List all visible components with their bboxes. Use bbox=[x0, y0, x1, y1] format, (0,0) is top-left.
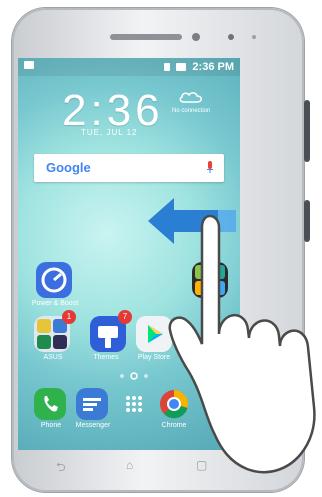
back-icon[interactable]: ⮌ bbox=[56, 458, 66, 479]
speaker bbox=[110, 34, 182, 40]
asus-folder-tile-1 bbox=[37, 319, 51, 333]
hand-gesture-icon bbox=[168, 214, 316, 474]
home-icon[interactable]: ⌂ bbox=[126, 458, 133, 472]
power-boost-label: Power & Boost bbox=[31, 300, 79, 307]
lock-clock-date: TUE, JUL 12 bbox=[81, 128, 138, 137]
all-apps-icon[interactable] bbox=[118, 388, 150, 420]
themes-label: Themes bbox=[93, 354, 119, 361]
phone-handset-icon bbox=[44, 396, 58, 412]
phone: 2:36 PM 2:36 TUE, JUL 12 No connection G… bbox=[0, 0, 322, 497]
messenger-lines-3 bbox=[83, 408, 93, 411]
asus-folder-tile-4 bbox=[53, 335, 67, 349]
google-search-widget[interactable]: Google bbox=[34, 154, 224, 182]
themes-shape bbox=[98, 326, 118, 338]
cloud-icon bbox=[179, 92, 202, 103]
themes-icon[interactable]: 7 bbox=[90, 310, 132, 352]
messenger-icon[interactable] bbox=[76, 388, 108, 420]
messenger-label: Messenger bbox=[75, 422, 111, 429]
sim-icon bbox=[164, 63, 171, 71]
notification-badge: 1 bbox=[62, 310, 76, 324]
phone-icon[interactable] bbox=[34, 388, 66, 420]
notification-badge: 7 bbox=[118, 310, 132, 324]
messenger-lines bbox=[83, 398, 101, 401]
notification-icon bbox=[24, 61, 34, 69]
asus-folder-icon[interactable]: 1 bbox=[34, 310, 76, 352]
volume-button[interactable] bbox=[304, 100, 310, 162]
indicator-dot bbox=[252, 35, 256, 39]
asus-label: ASUS bbox=[43, 354, 63, 361]
status-time: 2:36 PM bbox=[192, 61, 234, 73]
gauge-icon bbox=[41, 267, 67, 293]
asus-folder-tile-3 bbox=[37, 335, 51, 349]
status-right: 2:36 PM bbox=[164, 58, 234, 76]
status-left bbox=[24, 58, 34, 76]
weather-status: No connection bbox=[172, 108, 211, 114]
battery-icon bbox=[176, 63, 187, 71]
themes-handle bbox=[105, 338, 111, 348]
power-boost-icon[interactable] bbox=[36, 262, 72, 298]
page-indicator bbox=[120, 372, 148, 380]
sensor bbox=[192, 33, 200, 41]
messenger-lines-2 bbox=[83, 403, 97, 406]
google-logo: Google bbox=[46, 160, 91, 175]
front-camera bbox=[228, 34, 234, 40]
status-bar: 2:36 PM bbox=[18, 58, 240, 76]
microphone-icon[interactable] bbox=[206, 161, 214, 175]
